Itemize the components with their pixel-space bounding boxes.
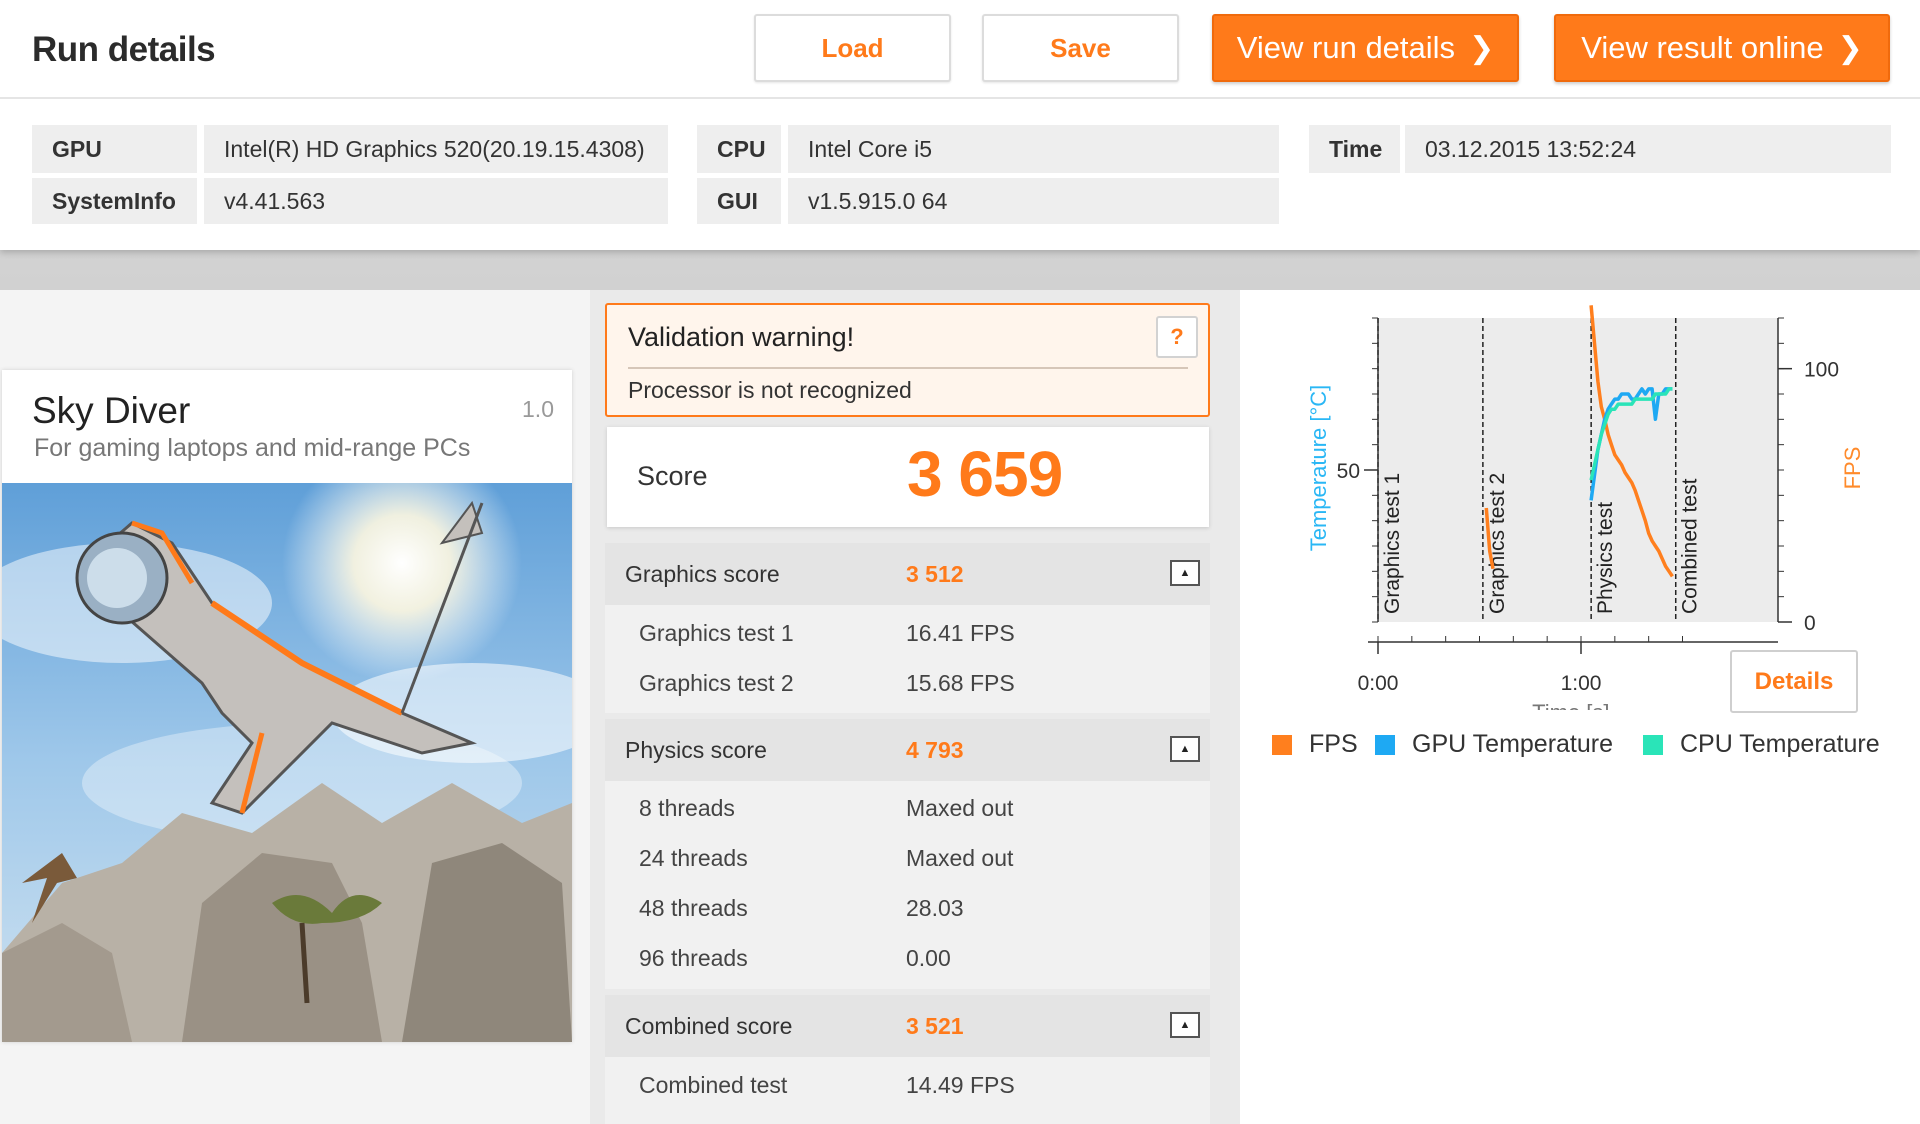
- combined-score-label: Combined score: [625, 1013, 793, 1039]
- cpu-key: CPU: [697, 125, 781, 173]
- x-tick-label: 0:00: [1358, 672, 1399, 695]
- gpu-key: GPU: [32, 125, 197, 173]
- time-value: 03.12.2015 13:52:24: [1405, 125, 1891, 173]
- combined-score-value: 3 521: [906, 1013, 964, 1039]
- section-label: Physics test: [1594, 502, 1617, 614]
- collapse-combined-button[interactable]: ▲: [1170, 1012, 1200, 1038]
- combined-test-label: Combined test: [639, 1072, 788, 1098]
- physics-score-header: Physics score 4 793 ▲: [605, 719, 1210, 781]
- combined-test-value: 14.49 FPS: [906, 1072, 1015, 1098]
- gui-value: v1.5.915.0 64: [788, 178, 1279, 224]
- physics-8-threads-value: Maxed out: [906, 795, 1014, 821]
- validation-message: Processor is not recognized: [628, 377, 912, 403]
- graphics-test-2-value: 15.68 FPS: [906, 670, 1015, 696]
- legend-fps-label: FPS: [1309, 730, 1358, 758]
- collapse-graphics-button[interactable]: ▲: [1170, 560, 1200, 586]
- triangle-up-icon: ▲: [1179, 743, 1191, 755]
- benchmark-artwork: [2, 483, 572, 1042]
- physics-96-threads-label: 96 threads: [639, 945, 748, 971]
- gpu-temperature-swatch: [1375, 734, 1395, 755]
- systeminfo-key: SystemInfo: [32, 178, 197, 224]
- gpu-value: Intel(R) HD Graphics 520(20.19.15.4308): [204, 125, 668, 173]
- section-label: Graphics test 1: [1381, 473, 1404, 614]
- graphics-test-1-value: 16.41 FPS: [906, 620, 1015, 646]
- triangle-up-icon: ▲: [1179, 1019, 1191, 1031]
- physics-24-threads-value: Maxed out: [906, 845, 1014, 871]
- score-label: Score: [637, 461, 708, 491]
- view-result-online-label: View result online: [1581, 30, 1824, 65]
- graphics-test-1-label: Graphics test 1: [639, 620, 794, 646]
- help-button[interactable]: ?: [1156, 316, 1198, 358]
- x-axis-label: Time [s]: [1532, 700, 1609, 710]
- monitoring-chart: Graphics test 1 Graphics test 2 Physics te…: [1306, 305, 1865, 710]
- collapse-physics-button[interactable]: ▲: [1170, 736, 1200, 762]
- run-details-header: Run details Load Save View run details ❯…: [0, 0, 1920, 250]
- view-run-details-label: View run details: [1236, 30, 1456, 65]
- chevron-right-icon: ❯: [1837, 31, 1863, 65]
- view-result-online-button[interactable]: View result online ❯: [1554, 14, 1890, 82]
- sky-diver-illustration: [2, 483, 572, 1042]
- triangle-up-icon: ▲: [1179, 567, 1191, 579]
- physics-48-threads-label: 48 threads: [639, 895, 748, 921]
- physics-24-threads-label: 24 threads: [639, 845, 748, 871]
- save-button[interactable]: Save: [982, 14, 1179, 82]
- benchmark-card: Sky Diver 1.0 For gaming laptops and mid…: [2, 370, 572, 1042]
- systeminfo-value: v4.41.563: [204, 178, 668, 224]
- graphics-score-header: Graphics score 3 512 ▲: [605, 543, 1210, 605]
- physics-96-threads-value: 0.00: [906, 945, 951, 971]
- legend-gpu-temperature: GPU Temperature: [1375, 730, 1613, 759]
- y-axis-left-label: Temperature [°C]: [1306, 385, 1331, 552]
- header-divider: [0, 97, 1920, 99]
- overall-score-card: Score 3 659: [607, 427, 1209, 527]
- legend-fps: FPS: [1272, 730, 1358, 759]
- chart-plot-area: [1378, 318, 1778, 622]
- combined-tests: Combined test 14.49 FPS: [605, 1057, 1210, 1124]
- y-right-tick-label: 0: [1804, 612, 1816, 635]
- load-button[interactable]: Load: [754, 14, 951, 82]
- fps-swatch: [1272, 734, 1292, 755]
- y-right-tick-label: 100: [1804, 359, 1839, 382]
- section-label: Combined test: [1679, 478, 1702, 614]
- physics-score-label: Physics score: [625, 737, 767, 763]
- validation-warning: Validation warning! ? Processor is not r…: [605, 303, 1210, 417]
- time-key: Time: [1309, 125, 1400, 173]
- view-run-details-button[interactable]: View run details ❯: [1212, 14, 1519, 82]
- plot-background: [1378, 318, 1778, 622]
- physics-tests: 8 threads Maxed out 24 threads Maxed out…: [605, 781, 1210, 989]
- benchmark-subtitle: For gaming laptops and mid-range PCs: [34, 434, 471, 462]
- cpu-value: Intel Core i5: [788, 125, 1279, 173]
- combined-score-header: Combined score 3 521 ▲: [605, 995, 1210, 1057]
- validation-divider: [628, 367, 1188, 369]
- chevron-right-icon: ❯: [1469, 31, 1495, 65]
- y-axis-right-label: FPS: [1840, 447, 1865, 490]
- physics-8-threads-label: 8 threads: [639, 795, 735, 821]
- gui-key: GUI: [697, 178, 781, 224]
- score-value: 3 659: [907, 438, 1063, 510]
- details-button[interactable]: Details: [1730, 650, 1858, 713]
- legend-cpu-temperature-label: CPU Temperature: [1680, 730, 1880, 758]
- y-left-tick-label: 50: [1337, 460, 1360, 483]
- page-title: Run details: [32, 30, 216, 69]
- cpu-temperature-swatch: [1643, 734, 1663, 755]
- graphics-tests: Graphics test 1 16.41 FPS Graphics test …: [605, 605, 1210, 713]
- validation-warning-title: Validation warning!: [628, 322, 855, 352]
- benchmark-version: 1.0: [522, 396, 554, 422]
- graphics-score-value: 3 512: [906, 561, 964, 587]
- physics-48-threads-value: 28.03: [906, 895, 964, 921]
- legend-cpu-temperature: CPU Temperature: [1643, 730, 1880, 759]
- benchmark-name: Sky Diver: [32, 390, 191, 431]
- x-tick-label: 1:00: [1561, 672, 1602, 695]
- physics-score-value: 4 793: [906, 737, 964, 763]
- graphics-score-label: Graphics score: [625, 561, 780, 587]
- legend-gpu-temperature-label: GPU Temperature: [1412, 730, 1614, 758]
- graphics-test-2-label: Graphics test 2: [639, 670, 794, 696]
